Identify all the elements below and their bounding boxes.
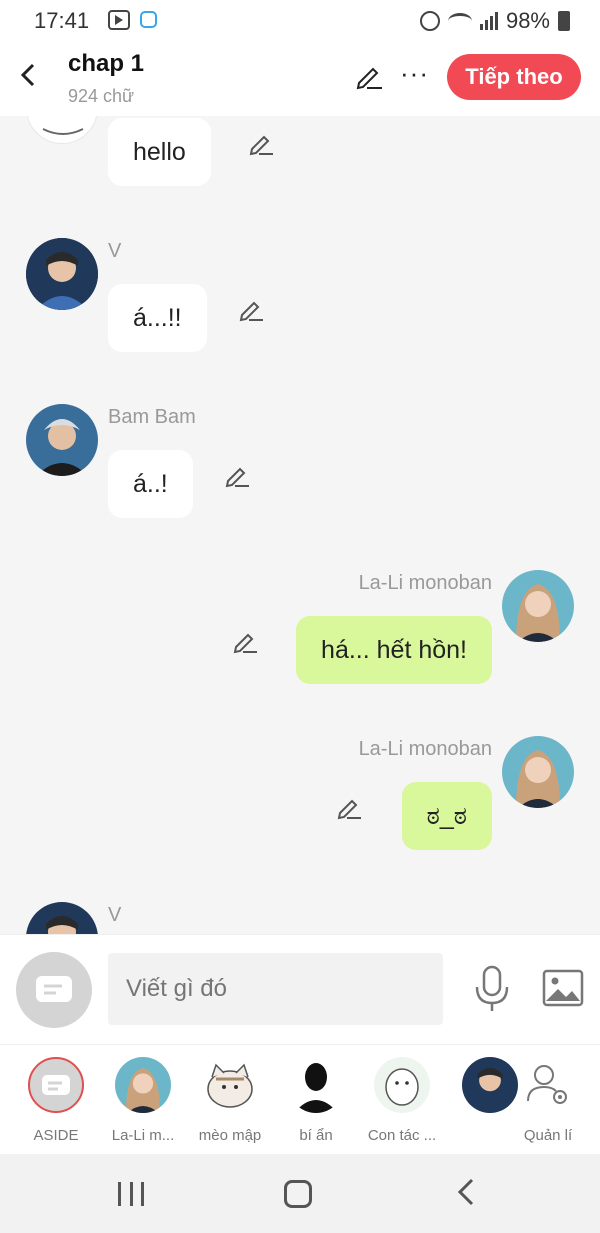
- edit-message-icon[interactable]: [232, 629, 258, 655]
- avatar-v[interactable]: [26, 902, 98, 934]
- avatar-v[interactable]: [26, 238, 98, 310]
- speaker-name: Bam Bam: [108, 406, 196, 428]
- message-input-bar: [0, 934, 600, 1044]
- message-bubble[interactable]: ಠ_ಠ: [401, 782, 492, 850]
- aside-avatar: [28, 1057, 84, 1113]
- more-options-icon[interactable]: ···: [400, 58, 429, 89]
- speaker-name: La-Li monoban: [358, 738, 492, 760]
- speaker-name: V: [108, 904, 122, 926]
- chat-area[interactable]: hello V á...!! Bam Bam á..! La-Li monoba…: [0, 116, 600, 934]
- back-nav-icon[interactable]: [456, 1176, 476, 1213]
- manage-characters[interactable]: Quản lí: [508, 1057, 588, 1144]
- battery-icon: [558, 11, 570, 31]
- edit-message-icon[interactable]: [224, 463, 250, 489]
- avatar-lali[interactable]: [502, 736, 574, 808]
- aside-toggle-button[interactable]: [16, 952, 92, 1028]
- character-label: La-Li m...: [111, 1127, 175, 1144]
- message-input[interactable]: [108, 953, 443, 1025]
- speaker-name: V: [108, 240, 122, 262]
- speaker-name: La-Li monoban: [358, 572, 492, 594]
- recent-apps-icon[interactable]: [118, 1182, 144, 1206]
- character-lali[interactable]: La-Li m...: [103, 1057, 183, 1144]
- wifi-icon: [447, 13, 472, 29]
- character-con-tac[interactable]: Con tác ...: [362, 1057, 442, 1144]
- status-time: 17:41: [34, 8, 90, 33]
- character-aside[interactable]: ASIDE: [16, 1057, 96, 1144]
- avatar: [26, 116, 98, 144]
- chapter-header: chap 1 924 chữ ··· Tiếp theo: [0, 40, 600, 116]
- signal-icon: [479, 12, 498, 30]
- next-button[interactable]: Tiếp theo: [447, 54, 581, 100]
- character-label: bí ẩn: [299, 1127, 333, 1144]
- character-meo-map[interactable]: mèo mập: [190, 1057, 270, 1144]
- character-label: Quản lí: [523, 1127, 573, 1144]
- character-tray: ASIDE La-Li m... mèo mập bí ẩn Con tác .…: [0, 1044, 600, 1154]
- edit-message-icon[interactable]: [336, 795, 362, 821]
- image-icon[interactable]: [542, 969, 584, 1009]
- edit-pencil-icon[interactable]: [354, 62, 384, 92]
- avatar: [202, 1057, 258, 1113]
- alarm-icon: [419, 11, 440, 31]
- word-count: 924 chữ: [68, 86, 135, 106]
- character-bi-an[interactable]: bí ẩn: [276, 1057, 356, 1144]
- edit-message-icon[interactable]: [238, 297, 264, 323]
- message-bubble[interactable]: á..!: [108, 450, 193, 518]
- system-nav-bar: [0, 1154, 600, 1233]
- character-label: Con tác ...: [367, 1127, 437, 1144]
- chapter-title: chap 1: [68, 50, 145, 77]
- avatar: [374, 1057, 430, 1113]
- avatar: [288, 1057, 344, 1113]
- microphone-icon[interactable]: [474, 965, 510, 1013]
- video-app-icon: [108, 10, 130, 30]
- character-label: ASIDE: [33, 1127, 79, 1144]
- edit-message-icon[interactable]: [248, 131, 274, 157]
- character-v[interactable]: V: [449, 1057, 518, 1144]
- app-notification-icon: [140, 11, 157, 28]
- avatar-bambam[interactable]: [26, 404, 98, 476]
- status-bar: 17:41 98%: [0, 0, 600, 40]
- message-bubble[interactable]: há... hết hồn!: [296, 616, 492, 684]
- message-bubble[interactable]: hello: [108, 118, 211, 186]
- back-arrow-icon[interactable]: [18, 62, 40, 88]
- home-icon[interactable]: [284, 1180, 312, 1208]
- message-bubble[interactable]: á...!!: [108, 284, 207, 352]
- manage-users-icon: [520, 1057, 576, 1113]
- character-label: mèo mập: [198, 1127, 262, 1144]
- battery-percent: 98%: [505, 8, 550, 33]
- avatar-lali[interactable]: [502, 570, 574, 642]
- avatar: [115, 1057, 171, 1113]
